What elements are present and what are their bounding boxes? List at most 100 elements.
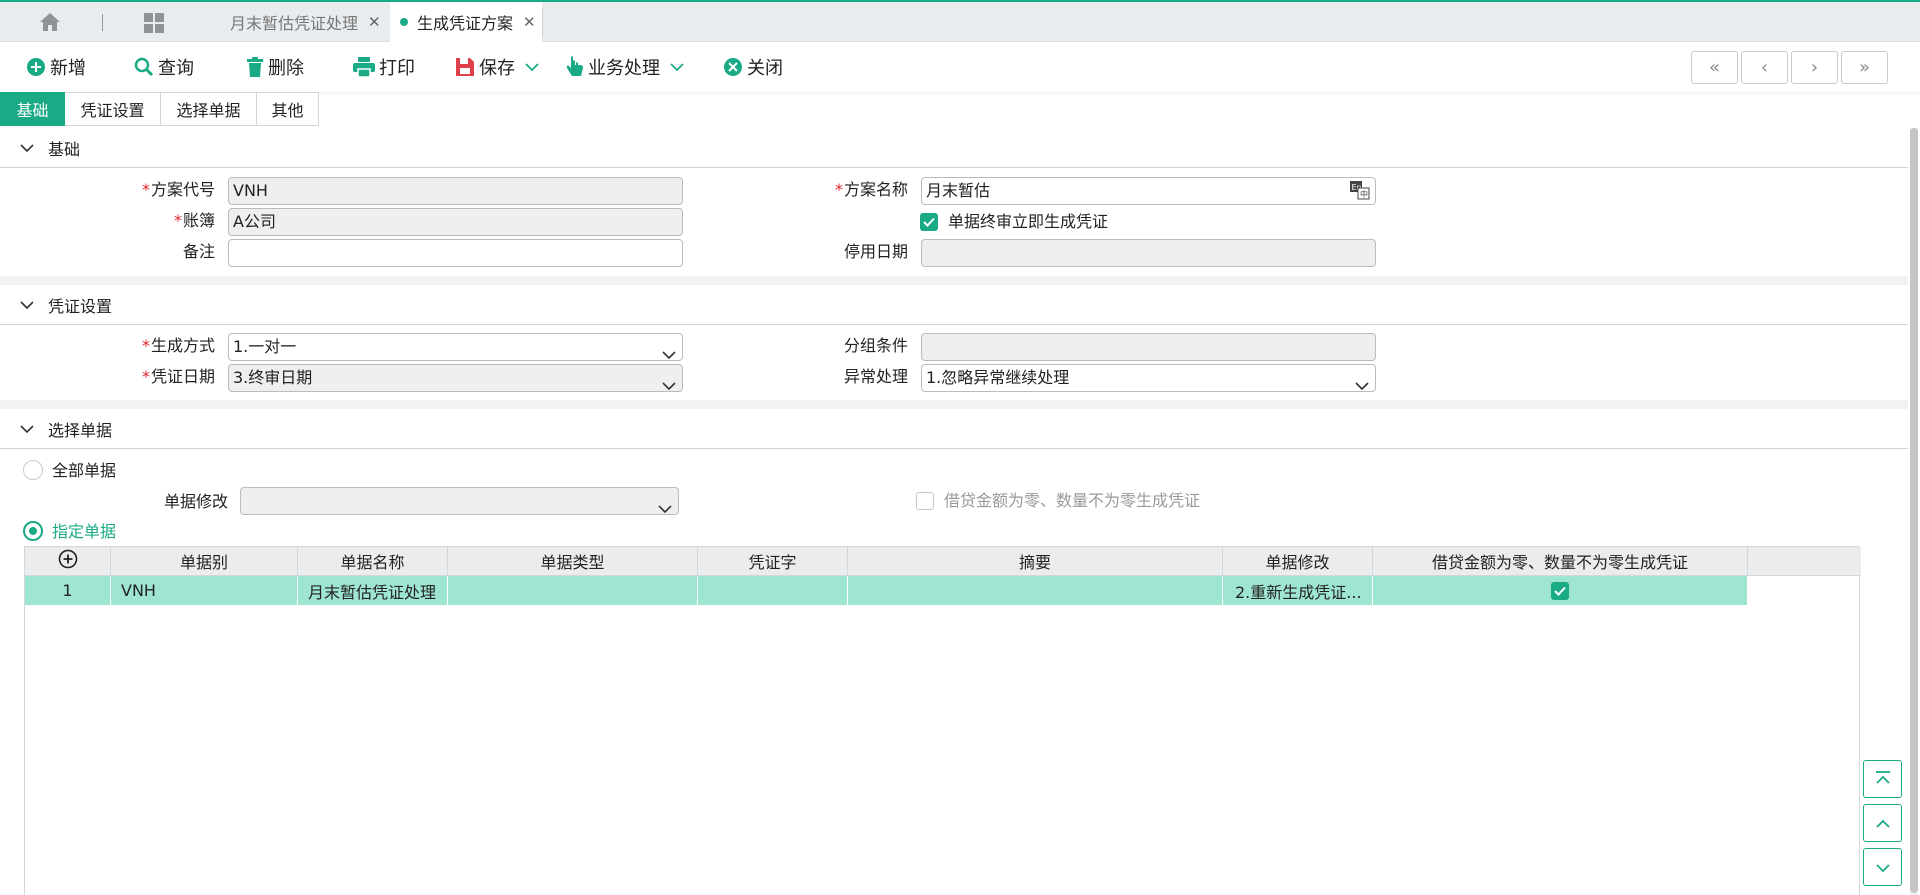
section-gap (0, 276, 1908, 285)
plus-circle-icon (58, 549, 78, 573)
required-mark: * (141, 336, 150, 355)
divider (102, 14, 103, 31)
close-button[interactable]: 关闭 (723, 53, 783, 81)
section-header-select-documents[interactable]: 选择单据 (0, 409, 1908, 449)
add-row-button[interactable] (25, 547, 111, 576)
scheme-code-label: *方案代号 (141, 180, 215, 199)
chevron-down-icon (1875, 858, 1891, 877)
chevron-down-icon[interactable] (20, 143, 34, 153)
zero-amount-label: 借贷金额为零、数量不为零生成凭证 (944, 491, 1201, 510)
delete-label: 删除 (268, 58, 304, 79)
home-icon[interactable] (38, 11, 62, 33)
query-label: 查询 (158, 58, 194, 79)
apps-grid-icon[interactable] (142, 12, 166, 34)
remark-label: 备注 (182, 242, 215, 261)
scrollbar-thumb[interactable] (1910, 128, 1918, 893)
tab-select-documents[interactable]: 选择单据 (161, 92, 257, 126)
ledger-field[interactable]: A公司 (228, 208, 683, 236)
specified-documents-radio[interactable] (23, 521, 43, 541)
section-header-voucher[interactable]: 凭证设置 (0, 285, 1908, 325)
gen-mode-select[interactable]: 1.一对一 (228, 333, 683, 361)
floppy-icon (455, 57, 475, 77)
scroll-to-top-button[interactable] (1863, 760, 1902, 798)
scheme-name-field[interactable]: 月末暂估 En 中 (921, 177, 1376, 205)
column-header[interactable]: 借贷金额为零、数量不为零生成凭证 (1373, 547, 1748, 576)
auto-generate-checkbox[interactable] (920, 213, 938, 231)
tab-label: 月末暂估凭证处理 (230, 14, 359, 33)
ledger-label: *账簿 (173, 211, 215, 230)
printer-icon (353, 57, 375, 77)
group-condition-field[interactable] (921, 333, 1376, 361)
column-header[interactable]: 凭证字 (698, 547, 848, 576)
chevron-down-icon[interactable] (20, 424, 34, 434)
close-circle-icon (723, 57, 743, 77)
business-process-button[interactable]: 业务处理 (566, 53, 684, 81)
exception-handling-select[interactable]: 1.忽略异常继续处理 (921, 364, 1376, 392)
voucher-date-label: *凭证日期 (141, 367, 215, 386)
all-documents-label: 全部单据 (52, 461, 117, 480)
toolbar: 新增 查询 删除 打印 保存 业务处理 关闭 « ‹ › » (0, 42, 1920, 92)
table-cell[interactable] (1373, 576, 1748, 605)
column-header-filler (1748, 547, 1861, 576)
tab-other[interactable]: 其他 (257, 92, 319, 126)
tab-voucher-settings[interactable]: 凭证设置 (65, 92, 161, 126)
close-icon[interactable]: ✕ (368, 13, 381, 31)
column-header[interactable]: 单据修改 (1223, 547, 1373, 576)
save-button[interactable]: 保存 (455, 53, 539, 81)
arrow-to-top-icon (1875, 770, 1891, 789)
active-dot-icon (400, 18, 408, 26)
scheme-name-label: *方案名称 (834, 180, 908, 199)
chevron-down-icon (662, 373, 676, 391)
close-icon[interactable]: ✕ (523, 13, 536, 31)
tab-month-end-estimate[interactable]: 月末暂估凭证处理 ✕ (212, 2, 390, 42)
document-modify-select[interactable] (240, 487, 679, 515)
add-button[interactable]: 新增 (26, 53, 86, 81)
last-record-button[interactable]: » (1841, 51, 1888, 84)
scroll-down-button[interactable] (1863, 848, 1902, 886)
first-record-button[interactable]: « (1691, 51, 1738, 84)
tab-voucher-scheme[interactable]: 生成凭证方案 ✕ (390, 2, 542, 42)
table-cell[interactable]: 2.重新生成凭证... (1223, 576, 1373, 605)
required-mark: * (173, 211, 182, 230)
table-cell[interactable] (698, 576, 848, 605)
column-header[interactable]: 单据名称 (298, 547, 448, 576)
table-cell[interactable]: VNH (111, 576, 298, 605)
disable-date-field[interactable] (921, 239, 1376, 267)
column-header[interactable]: 摘要 (848, 547, 1223, 576)
voucher-date-select[interactable]: 3.终审日期 (228, 364, 683, 392)
row-number-cell[interactable]: 1 (25, 576, 111, 605)
tab-divider (542, 8, 543, 38)
section-title: 基础 (48, 139, 81, 159)
chevron-down-icon (658, 496, 672, 514)
vertical-scrollbar[interactable] (1910, 128, 1918, 895)
print-button[interactable]: 打印 (353, 53, 415, 81)
query-button[interactable]: 查询 (134, 53, 194, 81)
table-cell[interactable]: 月末暂估凭证处理 (298, 576, 448, 605)
table-cell[interactable] (448, 576, 698, 605)
gen-mode-label: *生成方式 (141, 336, 215, 355)
section-header-basic[interactable]: 基础 (0, 128, 1908, 168)
chevron-down-icon (662, 342, 676, 360)
all-documents-radio[interactable] (23, 460, 43, 480)
row-zero-amount-checkbox[interactable] (1551, 581, 1569, 600)
delete-button[interactable]: 删除 (246, 53, 304, 81)
table-cell[interactable] (848, 576, 1223, 605)
scheme-code-field[interactable]: VNH (228, 177, 683, 205)
chevron-down-icon[interactable] (670, 62, 684, 72)
zero-amount-checkbox[interactable] (916, 492, 934, 510)
column-header[interactable]: 单据类型 (448, 547, 698, 576)
search-icon (134, 57, 154, 77)
chevron-down-icon (1355, 373, 1369, 391)
translate-icon[interactable]: En 中 (1349, 180, 1371, 204)
plus-circle-icon (26, 57, 46, 77)
scroll-up-button[interactable] (1863, 804, 1902, 842)
hand-pointer-icon (566, 56, 584, 78)
previous-record-button[interactable]: ‹ (1741, 51, 1788, 84)
chevron-up-icon (1875, 814, 1891, 833)
column-header[interactable]: 单据别 (111, 547, 298, 576)
next-record-button[interactable]: › (1791, 51, 1838, 84)
tab-basic[interactable]: 基础 (0, 92, 65, 126)
remark-field[interactable] (228, 239, 683, 267)
chevron-down-icon[interactable] (525, 62, 539, 72)
chevron-down-icon[interactable] (20, 300, 34, 310)
